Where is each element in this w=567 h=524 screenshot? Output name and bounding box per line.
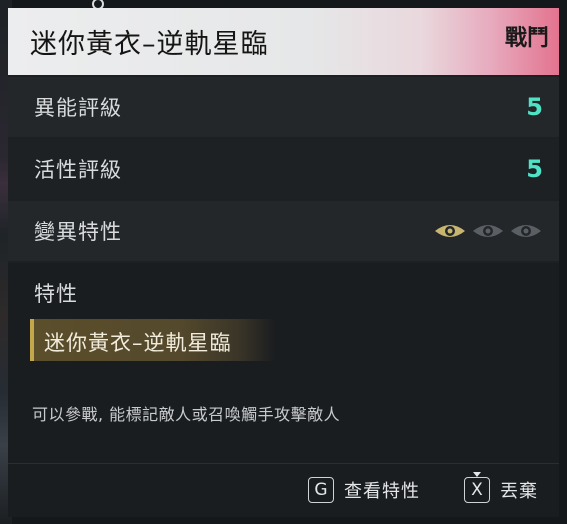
mutation-level-indicator bbox=[433, 221, 543, 241]
trait-name: 迷你黃衣–逆軌星臨 bbox=[44, 331, 232, 355]
action-bar: G 查看特性 X 丟棄 bbox=[8, 463, 559, 517]
trait-chip[interactable]: 迷你黃衣–逆軌星臨 bbox=[30, 319, 275, 361]
key-x-icon: X bbox=[464, 472, 490, 503]
discard-button[interactable]: X 丟棄 bbox=[464, 472, 538, 503]
traits-heading: 特性 bbox=[34, 282, 78, 306]
stat-value: 5 bbox=[526, 155, 543, 183]
stat-label: 活性評級 bbox=[34, 158, 122, 182]
stat-label: 變異特性 bbox=[34, 220, 122, 244]
item-detail-panel: 迷你黃衣–逆軌星臨 戰鬥 異能評級 5 活性評級 5 變異特性 特性 迷你黃衣–… bbox=[8, 8, 559, 517]
eye-icon bbox=[435, 225, 465, 237]
stat-value: 5 bbox=[526, 93, 543, 121]
key-g-icon: G bbox=[308, 477, 334, 503]
trait-description: 可以參戰, 能標記敵人或召喚觸手攻擊敵人 bbox=[32, 405, 341, 424]
stat-row-activity-rating: 活性評級 5 bbox=[8, 139, 559, 199]
action-label: 丟棄 bbox=[500, 481, 538, 502]
panel-header: 迷你黃衣–逆軌星臨 戰鬥 bbox=[8, 8, 559, 75]
item-title: 迷你黃衣–逆軌星臨 bbox=[30, 29, 269, 60]
eye-icon bbox=[473, 225, 503, 237]
eye-icon bbox=[511, 225, 541, 237]
view-traits-button[interactable]: G 查看特性 bbox=[308, 477, 420, 503]
action-label: 查看特性 bbox=[344, 481, 420, 502]
stat-row-ability-rating: 異能評級 5 bbox=[8, 77, 559, 137]
stat-label: 異能評級 bbox=[34, 96, 122, 120]
category-tag: 戰鬥 bbox=[504, 26, 549, 51]
stat-row-mutation-trait: 變異特性 bbox=[8, 201, 559, 261]
traits-section: 特性 迷你黃衣–逆軌星臨 可以參戰, 能標記敵人或召喚觸手攻擊敵人 bbox=[8, 263, 559, 463]
